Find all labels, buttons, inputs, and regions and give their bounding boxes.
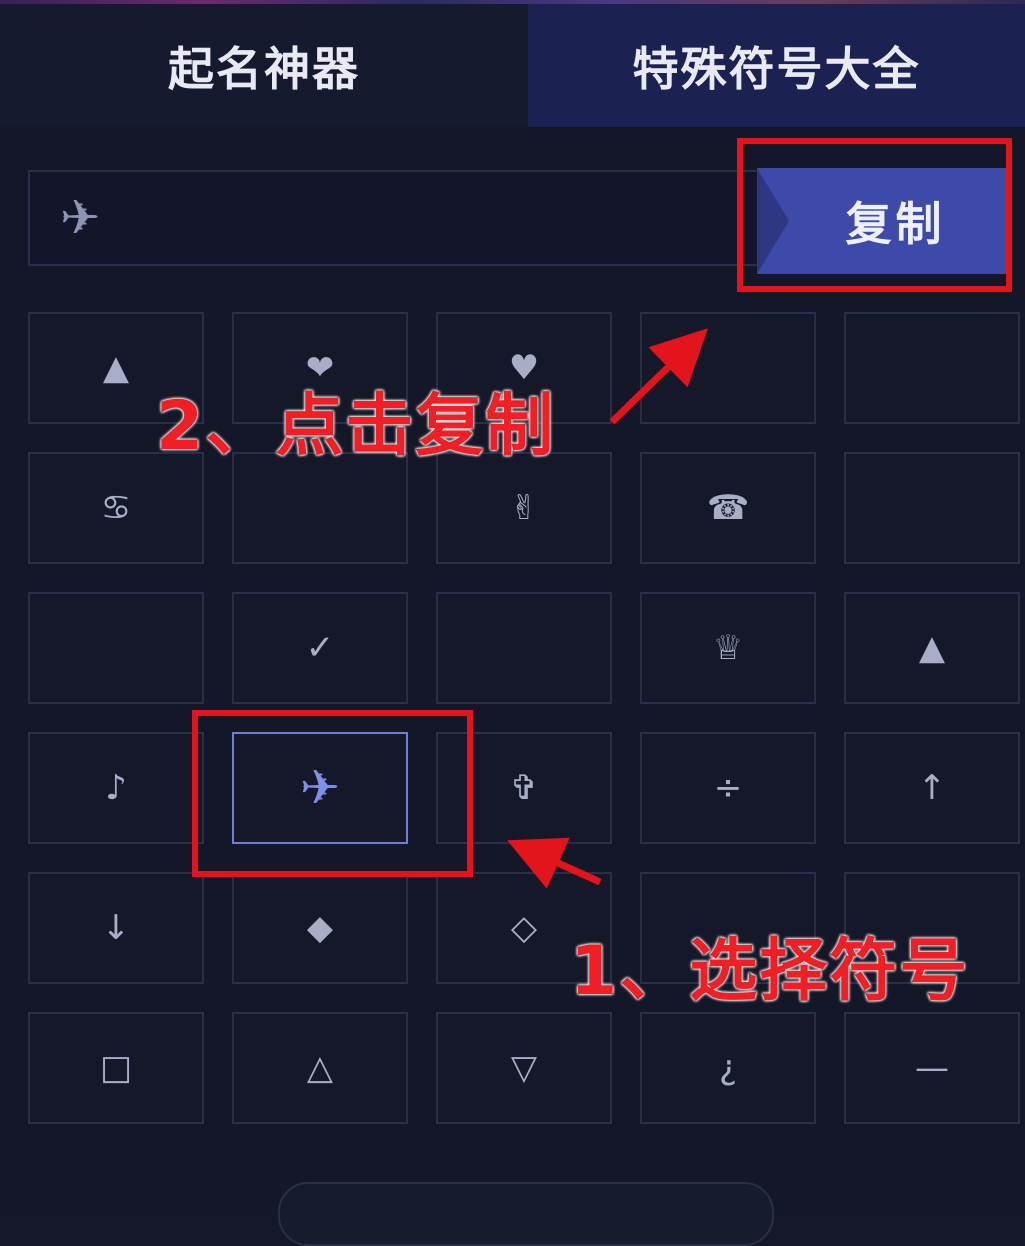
- arrow-to-copy: [609, 328, 709, 425]
- annotation-arrows: [507, 328, 709, 889]
- arrow-to-selected: [507, 837, 602, 889]
